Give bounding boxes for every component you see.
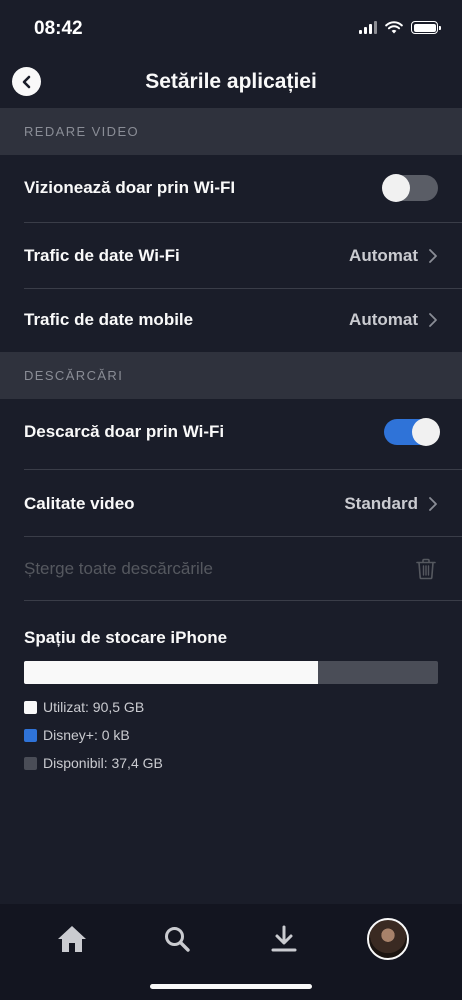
battery-icon (411, 21, 441, 34)
download-wifi-only-toggle[interactable] (384, 418, 440, 446)
tab-search[interactable] (152, 914, 202, 964)
tab-downloads[interactable] (259, 914, 309, 964)
wifi-only-playback-label: Vizionează doar prin Wi-FI (24, 178, 236, 197)
delete-all-downloads-row[interactable]: Șterge toate descărcările (24, 543, 438, 595)
video-quality-value: Standard (344, 494, 418, 513)
wifi-icon (385, 21, 403, 34)
divider (24, 536, 462, 537)
status-bar: 08:42 (0, 0, 462, 56)
chevron-right-icon (429, 497, 437, 511)
legend-label-available: Disponibil: 37,4 GB (43, 755, 163, 771)
legend-swatch-disney (24, 728, 37, 742)
status-time: 08:42 (34, 18, 83, 39)
home-icon (58, 926, 86, 952)
search-icon (165, 927, 190, 952)
mobile-data-usage-row[interactable]: Trafic de date mobile Automat (24, 294, 438, 346)
delete-all-downloads-label: Șterge toate descărcările (24, 559, 213, 578)
download-wifi-only-label: Descarcă doar prin Wi-Fi (24, 422, 225, 441)
tab-home[interactable] (47, 914, 97, 964)
legend-label-used: Utilizat: 90,5 GB (43, 699, 145, 715)
legend-label-disney: Disney+: 0 kB (43, 727, 130, 743)
mobile-data-usage-value: Automat (349, 310, 418, 329)
divider (24, 469, 462, 470)
download-icon (271, 925, 297, 952)
section-header-video-playback: REDARE VIDEO (0, 108, 462, 155)
wifi-only-playback-toggle[interactable] (382, 174, 438, 202)
profile-avatar (367, 918, 409, 960)
tab-profile[interactable] (363, 914, 413, 964)
video-quality-row[interactable]: Calitate video Standard (24, 478, 438, 530)
home-indicator (150, 984, 312, 989)
trash-icon[interactable] (416, 558, 436, 580)
legend-item-disney: Disney+: 0 kB (24, 727, 130, 743)
page-title: Setările aplicației (145, 70, 317, 93)
wifi-only-playback-row: Vizionează doar prin Wi-FI (24, 162, 438, 214)
status-icons (359, 21, 441, 34)
legend-item-used: Utilizat: 90,5 GB (24, 699, 144, 715)
storage-bar (24, 661, 438, 684)
storage-used-fill (24, 661, 318, 684)
wifi-data-usage-label: Trafic de date Wi-Fi (24, 246, 180, 265)
legend-swatch-used (24, 700, 37, 714)
download-wifi-only-row: Descarcă doar prin Wi-Fi (24, 406, 440, 458)
divider (24, 600, 462, 601)
legend-swatch-available (24, 756, 37, 770)
cellular-signal-icon (359, 21, 377, 34)
nav-header: Setările aplicației (0, 56, 462, 108)
section-header-downloads: DESCĂRCĂRI (0, 352, 462, 399)
chevron-right-icon (429, 313, 437, 327)
chevron-right-icon (429, 249, 437, 263)
legend-item-available: Disponibil: 37,4 GB (24, 755, 163, 771)
storage-title: Spațiu de stocare iPhone (24, 628, 228, 647)
divider (24, 288, 462, 289)
video-quality-label: Calitate video (24, 494, 135, 513)
wifi-data-usage-row[interactable]: Trafic de date Wi-Fi Automat (24, 230, 438, 282)
wifi-data-usage-value: Automat (349, 246, 418, 265)
divider (24, 222, 462, 223)
mobile-data-usage-label: Trafic de date mobile (24, 310, 194, 329)
